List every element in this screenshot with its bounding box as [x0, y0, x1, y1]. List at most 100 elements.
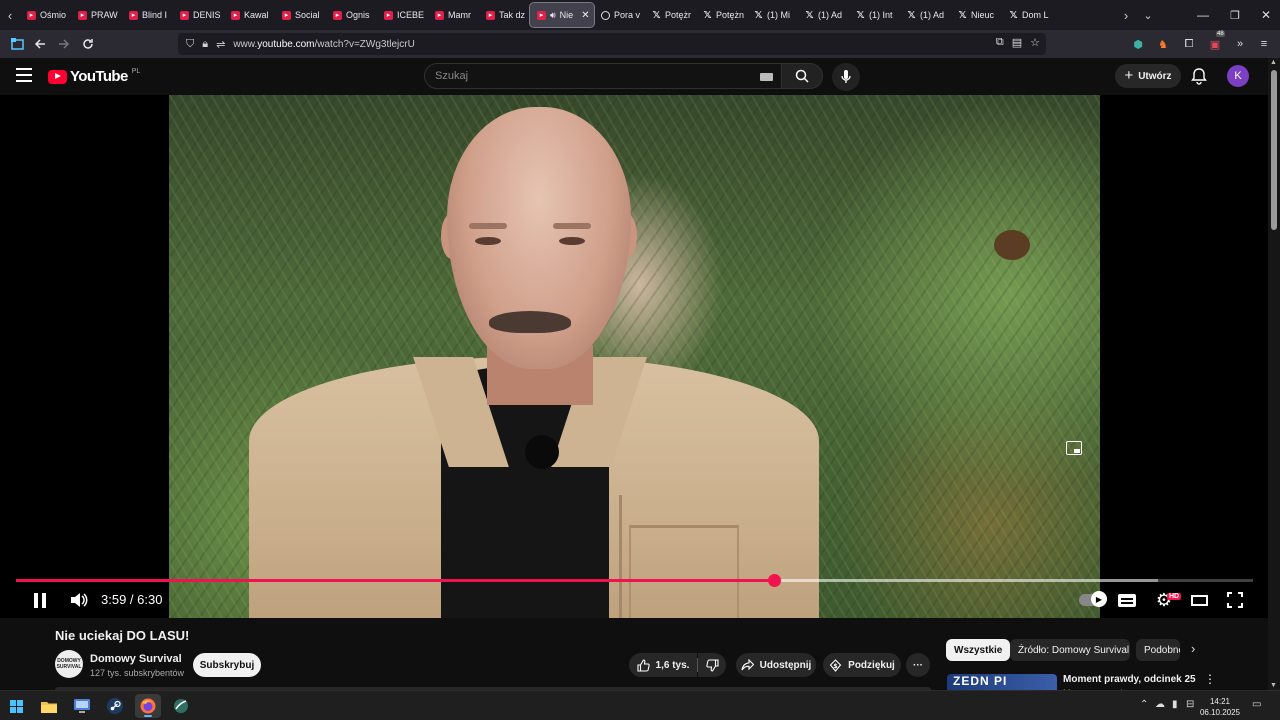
chip-related[interactable]: Podobne [1136, 639, 1180, 661]
pause-button[interactable] [26, 585, 54, 615]
taskbar-clock[interactable]: 14:21 06.10.2025 [1198, 696, 1242, 718]
taskbar-app-other[interactable] [168, 694, 194, 718]
app-globe-icon [174, 699, 188, 713]
start-button[interactable] [3, 694, 29, 718]
speaker-icon[interactable]: 🔊︎ [550, 10, 556, 21]
browser-tab[interactable]: ▸ Mamr [428, 3, 479, 27]
browser-tab[interactable]: ▸ ICEBE [377, 3, 428, 27]
tray-app-icon[interactable]: ▮ [1172, 699, 1178, 710]
browser-tab[interactable]: 𝕏 (1) Ad [900, 3, 951, 27]
channel-avatar[interactable]: DOMOWY SURVIVAL [55, 650, 83, 678]
extensions-puzzle-icon[interactable]: ⧠ [1178, 34, 1200, 54]
video-frame[interactable] [169, 95, 1100, 618]
extension-badge-icon[interactable]: ▣ 48 [1204, 31, 1226, 54]
taskbar-app-monitor[interactable] [69, 694, 95, 718]
cloud-icon[interactable]: ☁ [1155, 699, 1165, 710]
close-window-button[interactable]: ✕ [1250, 0, 1280, 30]
like-button[interactable]: 1,6 tys. [629, 653, 697, 677]
settings-button[interactable]: ⚙ HD [1151, 585, 1182, 615]
keyboard-icon[interactable] [760, 73, 773, 81]
thanks-button[interactable]: $ Podziękuj [823, 653, 901, 677]
theater-mode-button[interactable] [1187, 585, 1211, 615]
share-button[interactable]: Udostępnij [736, 653, 816, 677]
minimize-button[interactable]: — [1187, 0, 1219, 30]
search-button[interactable] [781, 63, 823, 89]
tab-active[interactable]: ▸ 🔊︎ Nie ✕ [529, 2, 595, 28]
related-video-title[interactable]: Moment prawdy, odcinek 25 [1063, 674, 1196, 685]
back-button[interactable] [28, 32, 52, 56]
browser-tab[interactable]: 𝕏 Dom L [1002, 3, 1053, 27]
guide-menu-icon[interactable] [16, 68, 32, 82]
browser-tab[interactable]: 𝕏 (1) Int [849, 3, 900, 27]
youtube-logo[interactable]: YouTube PL [48, 68, 140, 85]
more-actions-button[interactable]: ··· [906, 653, 930, 677]
picture-in-picture-icon[interactable]: ⧉ [996, 36, 1004, 49]
scroll-down-arrow-icon[interactable]: ▼ [1270, 682, 1277, 689]
country-code: PL [131, 68, 141, 75]
browser-tab[interactable]: ▸ Social [275, 3, 326, 27]
lock-icon[interactable]: 🔒︎ [202, 38, 208, 51]
x-icon: 𝕏 [754, 9, 763, 21]
scrollbar-thumb[interactable] [1271, 70, 1277, 230]
browser-tab[interactable]: 𝕏 (1) Ad [798, 3, 849, 27]
volume-button[interactable] [66, 585, 92, 615]
subtitles-button[interactable] [1115, 585, 1139, 615]
notifications-bell-icon[interactable] [1190, 67, 1208, 85]
search-input[interactable] [435, 70, 735, 82]
browser-tab[interactable]: 𝕏 Potężr [645, 3, 696, 27]
app-menu-icon[interactable]: ≡ [1253, 34, 1275, 54]
browser-tab[interactable]: ▸ Ośmio [20, 3, 71, 27]
related-video-thumbnail[interactable]: ZEDN PI [947, 674, 1057, 690]
forward-button[interactable] [52, 32, 76, 56]
extension-vpn-icon[interactable]: ⬢ [1127, 34, 1149, 54]
fullscreen-button[interactable] [1223, 585, 1247, 615]
browser-tab[interactable]: ▸ PRAW [71, 3, 122, 27]
browser-tab[interactable]: 𝕏 Potężn [696, 3, 747, 27]
scroll-up-arrow-icon[interactable]: ▲ [1270, 59, 1277, 66]
chips-next-arrow-icon[interactable]: › [1191, 641, 1195, 656]
restore-button[interactable]: ❐ [1219, 0, 1251, 30]
tabs-scroll-left-button[interactable]: ‹ [0, 0, 20, 30]
address-bar[interactable]: ⛉ 🔒︎ ⇌ www.youtube.com/watch?v=ZWg3tlejc… [178, 33, 1046, 55]
reload-button[interactable] [76, 32, 100, 56]
tabs-scroll-right-button[interactable]: › [1116, 0, 1136, 30]
thanks-label: Podziękuj [848, 659, 895, 671]
miniplayer-icon[interactable] [1066, 441, 1082, 455]
chip-all[interactable]: Wszystkie [946, 639, 1011, 661]
network-icon[interactable]: ⊟ [1186, 699, 1194, 710]
browser-tab[interactable]: ▸ Kawal [224, 3, 275, 27]
tab-close-icon[interactable]: ✕ [581, 10, 589, 21]
notifications-icon[interactable]: ▭ [1252, 699, 1261, 710]
permissions-icon[interactable]: ⇌ [216, 38, 225, 51]
sidebar-toggle-button[interactable] [5, 32, 29, 56]
browser-tab[interactable]: ▸ Tak dz [479, 3, 530, 27]
subscribe-button[interactable]: Subskrybuj [193, 653, 261, 677]
bookmark-star-icon[interactable]: ☆ [1030, 36, 1040, 49]
channel-name[interactable]: Domowy Survival [90, 653, 182, 665]
taskbar-steam[interactable] [102, 694, 128, 718]
autoplay-toggle[interactable] [1075, 585, 1109, 615]
related-video-menu-icon[interactable]: ⋮ [1204, 672, 1216, 686]
browser-tab[interactable]: ▸ DENIS [173, 3, 224, 27]
browser-tab[interactable]: ▸ Blind I [122, 3, 173, 27]
voice-search-button[interactable] [832, 63, 860, 91]
account-avatar[interactable]: K [1227, 65, 1249, 87]
taskbar-firefox[interactable] [135, 694, 161, 718]
shield-icon[interactable]: ⛉ [186, 38, 194, 51]
tray-overflow-icon[interactable]: ⌃ [1140, 699, 1148, 710]
taskbar-file-explorer[interactable] [36, 694, 62, 718]
browser-tab[interactable]: 𝕏 Nieuc [951, 3, 1002, 27]
create-button[interactable]: + Utwórz [1115, 64, 1181, 88]
progress-bar[interactable] [16, 574, 1253, 587]
reader-view-icon[interactable]: ▤ [1012, 36, 1022, 49]
extension-fox-icon[interactable]: ♞ [1152, 34, 1174, 54]
browser-tab[interactable]: Pora v [594, 3, 645, 27]
page-scrollbar[interactable]: ▲ ▼ [1268, 58, 1280, 690]
overflow-menu-icon[interactable]: » [1229, 34, 1251, 54]
browser-tab[interactable]: ▸ Ognis [326, 3, 377, 27]
chip-from-channel[interactable]: Źródło: Domowy Survival [1010, 639, 1130, 661]
tab-list-menu-button[interactable]: ⌄ [1138, 0, 1158, 30]
video-player[interactable]: 3:59 / 6:30 ⚙HD [0, 95, 1268, 618]
browser-tab[interactable]: 𝕏 (1) Mi [747, 3, 798, 27]
dislike-button[interactable] [698, 653, 726, 677]
